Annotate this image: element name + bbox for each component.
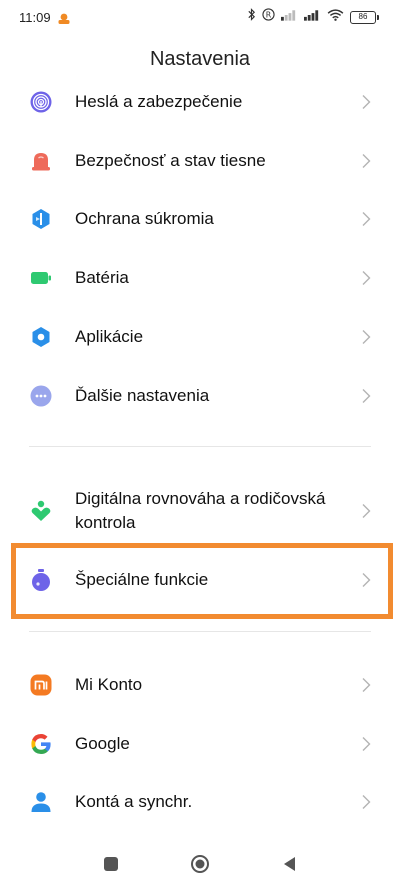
settings-item-apps[interactable]: Aplikácie — [0, 308, 400, 366]
more-dots-icon — [29, 384, 53, 408]
chevron-right-icon — [361, 388, 371, 404]
highlight-box — [11, 543, 393, 619]
home-button[interactable] — [190, 854, 210, 874]
signal-icon-2 — [304, 8, 321, 26]
settings-item-privacy[interactable]: Ochrana súkromia — [0, 190, 400, 248]
recents-button[interactable] — [101, 854, 121, 874]
settings-item-label: Ďalšie nastavenia — [75, 386, 210, 405]
settings-item-additional-settings[interactable]: Ďalšie nastavenia — [0, 367, 400, 425]
section-divider — [29, 631, 371, 632]
gear-icon — [29, 325, 53, 349]
alarm-bell-icon — [29, 149, 53, 173]
settings-item-digital-wellbeing[interactable]: Digitálna rovnováha a rodičovská kontrol… — [0, 482, 400, 540]
fingerprint-icon — [29, 90, 53, 114]
settings-item-google[interactable]: Google — [0, 715, 400, 773]
svg-text:R: R — [266, 10, 272, 19]
settings-item-label: Batéria — [75, 268, 129, 287]
settings-item-label: Aplikácie — [75, 327, 144, 346]
signal-icon-1 — [281, 8, 298, 26]
chevron-right-icon — [361, 794, 371, 810]
section-divider — [29, 446, 371, 447]
roaming-icon: R — [262, 8, 275, 26]
chevron-right-icon — [361, 677, 371, 693]
settings-item-label: Bezpečnosť a stav tiesne — [75, 151, 266, 170]
battery-icon — [29, 266, 53, 290]
settings-item-safety-emergency[interactable]: Bezpečnosť a stav tiesne — [0, 132, 400, 190]
status-bar: 11:09 R 86 — [0, 0, 400, 34]
settings-item-mi-account[interactable]: Mi Konto — [0, 656, 400, 714]
navigation-bar — [0, 840, 400, 889]
chevron-right-icon — [361, 503, 371, 519]
status-time: 11:09 — [19, 10, 51, 25]
settings-item-label: Mi Konto — [75, 675, 143, 694]
settings-item-label: Ochrana súkromia — [75, 209, 214, 228]
heart-person-icon — [29, 499, 53, 523]
settings-item-passwords-security[interactable]: Heslá a zabezpečenie — [0, 73, 400, 131]
google-icon — [29, 732, 53, 756]
battery-indicator: 86 — [350, 10, 379, 24]
settings-item-accounts-sync[interactable]: Kontá a synchr. — [0, 773, 400, 831]
privacy-shield-icon — [29, 207, 53, 231]
mi-logo-icon — [29, 673, 53, 697]
settings-item-label: Heslá a zabezpečenie — [75, 92, 243, 111]
settings-item-label: Kontá a synchr. — [75, 792, 193, 811]
chevron-right-icon — [361, 736, 371, 752]
chevron-right-icon — [361, 153, 371, 169]
page-title: Nastavenia — [149, 48, 251, 70]
settings-item-label: Digitálna rovnováha a rodičovská kontrol… — [75, 489, 326, 532]
settings-item-battery[interactable]: Batéria — [0, 249, 400, 307]
notification-app-icon — [58, 11, 70, 24]
chevron-right-icon — [361, 211, 371, 227]
bluetooth-icon — [247, 8, 256, 26]
chevron-right-icon — [361, 94, 371, 110]
back-button[interactable] — [280, 854, 300, 874]
wifi-icon — [327, 8, 344, 26]
chevron-right-icon — [361, 329, 371, 345]
account-icon — [29, 790, 53, 814]
chevron-right-icon — [361, 270, 371, 286]
settings-item-label: Google — [75, 734, 130, 753]
